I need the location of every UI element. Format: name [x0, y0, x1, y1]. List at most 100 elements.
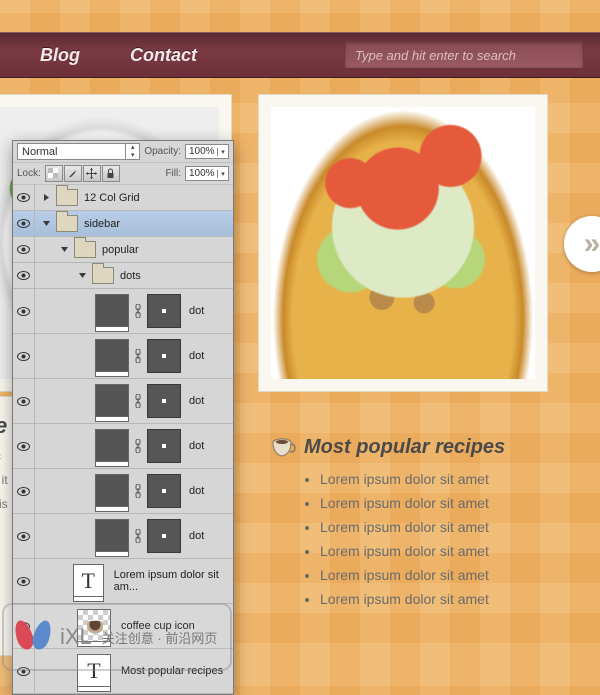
layer-body: T Lorem ipsum dolor sit am...: [35, 559, 233, 603]
visibility-toggle[interactable]: [13, 514, 35, 558]
search-input[interactable]: [344, 41, 584, 69]
hero-photo-card-right: [258, 94, 548, 392]
dropdown-icon[interactable]: ▾: [217, 170, 228, 178]
disclosure-open-icon[interactable]: [59, 244, 70, 255]
layer-body: sidebar: [35, 211, 233, 236]
disclosure-closed-icon[interactable]: [41, 192, 52, 203]
stepper-icon[interactable]: ▴▾: [125, 144, 139, 159]
layer-thumb[interactable]: [95, 339, 129, 373]
visibility-toggle[interactable]: [13, 263, 35, 288]
link-icon[interactable]: [133, 296, 143, 326]
popular-recipes-block: Most popular recipes Lorem ipsum dolor s…: [270, 436, 570, 611]
layer-name: dot: [189, 305, 204, 317]
list-item[interactable]: Lorem ipsum dolor sit amet: [320, 491, 570, 515]
link-icon[interactable]: [133, 386, 143, 416]
link-icon[interactable]: [133, 341, 143, 371]
layer-thumb[interactable]: [95, 384, 129, 418]
layer-row[interactable]: sidebar: [13, 211, 233, 237]
folder-icon: [56, 215, 78, 232]
lock-position-button[interactable]: [83, 165, 101, 182]
layer-row[interactable]: dots: [13, 263, 233, 289]
layer-name: dots: [120, 270, 141, 282]
list-item[interactable]: Lorem ipsum dolor sit amet: [320, 587, 570, 611]
nav-link-contact[interactable]: Contact: [130, 45, 197, 66]
next-arrow-button[interactable]: »: [564, 216, 600, 272]
visibility-toggle[interactable]: [13, 424, 35, 468]
layer-thumb[interactable]: [95, 519, 129, 553]
blend-mode-combo[interactable]: Normal ▴▾: [17, 143, 140, 160]
fill-label: Fill:: [165, 168, 181, 179]
layer-body: dots: [35, 263, 233, 288]
layer-name: 12 Col Grid: [84, 192, 140, 204]
top-nav: Blog Contact: [0, 32, 600, 78]
layer-mask-thumb[interactable]: [147, 339, 181, 373]
list-item[interactable]: Lorem ipsum dolor sit amet: [320, 467, 570, 491]
nav-link-blog[interactable]: Blog: [40, 45, 80, 66]
layer-name: dot: [189, 440, 204, 452]
list-item[interactable]: Lorem ipsum dolor sit amet: [320, 539, 570, 563]
link-icon[interactable]: [133, 431, 143, 461]
layer-row[interactable]: 12 Col Grid: [13, 185, 233, 211]
layer-name: dot: [189, 485, 204, 497]
layer-row[interactable]: dot: [13, 289, 233, 334]
fill-field[interactable]: 100% ▾: [185, 166, 229, 181]
layer-row[interactable]: dot: [13, 379, 233, 424]
dropdown-icon[interactable]: ▾: [217, 148, 228, 156]
disclosure-open-icon[interactable]: [41, 218, 52, 229]
lock-pixels-button[interactable]: [64, 165, 82, 182]
layer-body: popular: [35, 237, 233, 262]
lock-all-button[interactable]: [102, 165, 120, 182]
visibility-toggle[interactable]: [13, 289, 35, 333]
layer-mask-thumb[interactable]: [147, 384, 181, 418]
layer-mask-thumb[interactable]: [147, 429, 181, 463]
layer-mask-thumb[interactable]: [147, 294, 181, 328]
link-icon[interactable]: [133, 521, 143, 551]
visibility-toggle[interactable]: [13, 559, 35, 603]
link-icon[interactable]: [133, 476, 143, 506]
layer-name: dot: [189, 395, 204, 407]
popular-recipes-list: Lorem ipsum dolor sit amet Lorem ipsum d…: [270, 467, 570, 611]
popular-recipes-title: Most popular recipes: [270, 436, 570, 459]
blend-opacity-row: Normal ▴▾ Opacity: 100% ▾: [13, 141, 233, 163]
disclosure-open-icon[interactable]: [77, 270, 88, 281]
fill-value: 100%: [186, 168, 217, 179]
visibility-toggle[interactable]: [13, 379, 35, 423]
layer-body: dot: [35, 469, 233, 513]
opacity-label: Opacity:: [144, 146, 181, 157]
folder-icon: [92, 267, 114, 284]
layer-thumb[interactable]: [95, 474, 129, 508]
layer-thumb[interactable]: [95, 294, 129, 328]
layer-mask-thumb[interactable]: [147, 519, 181, 553]
opacity-value: 100%: [186, 146, 217, 157]
layer-name: Lorem ipsum dolor sit am...: [114, 569, 233, 593]
layer-thumb[interactable]: [95, 429, 129, 463]
layer-row[interactable]: dot: [13, 514, 233, 559]
opacity-field[interactable]: 100% ▾: [185, 144, 229, 159]
visibility-toggle[interactable]: [13, 237, 35, 262]
lock-label: Lock:: [17, 168, 41, 179]
watermark-logo-icon: [12, 616, 54, 658]
text-layer-icon[interactable]: T: [73, 564, 104, 598]
layer-row[interactable]: T Lorem ipsum dolor sit am...: [13, 559, 233, 604]
list-item[interactable]: Lorem ipsum dolor sit amet: [320, 563, 570, 587]
layer-row[interactable]: dot: [13, 469, 233, 514]
layer-row[interactable]: dot: [13, 424, 233, 469]
list-item[interactable]: Lorem ipsum dolor sit amet: [320, 515, 570, 539]
visibility-toggle[interactable]: [13, 185, 35, 210]
layer-row[interactable]: popular: [13, 237, 233, 263]
layer-body: dot: [35, 334, 233, 378]
layer-mask-thumb[interactable]: [147, 474, 181, 508]
layer-name: dot: [189, 350, 204, 362]
watermark: iXL 关注创意 · 前沿网页: [2, 603, 232, 671]
layer-body: dot: [35, 289, 233, 333]
layer-body: dot: [35, 514, 233, 558]
lock-transparency-button[interactable]: [45, 165, 63, 182]
lock-fill-row: Lock: Fill: 100% ▾: [13, 163, 233, 185]
chevron-double-right-icon: »: [584, 227, 600, 261]
visibility-toggle[interactable]: [13, 211, 35, 236]
folder-icon: [56, 189, 78, 206]
visibility-toggle[interactable]: [13, 469, 35, 513]
layer-row[interactable]: dot: [13, 334, 233, 379]
visibility-toggle[interactable]: [13, 334, 35, 378]
layer-body: 12 Col Grid: [35, 185, 233, 210]
